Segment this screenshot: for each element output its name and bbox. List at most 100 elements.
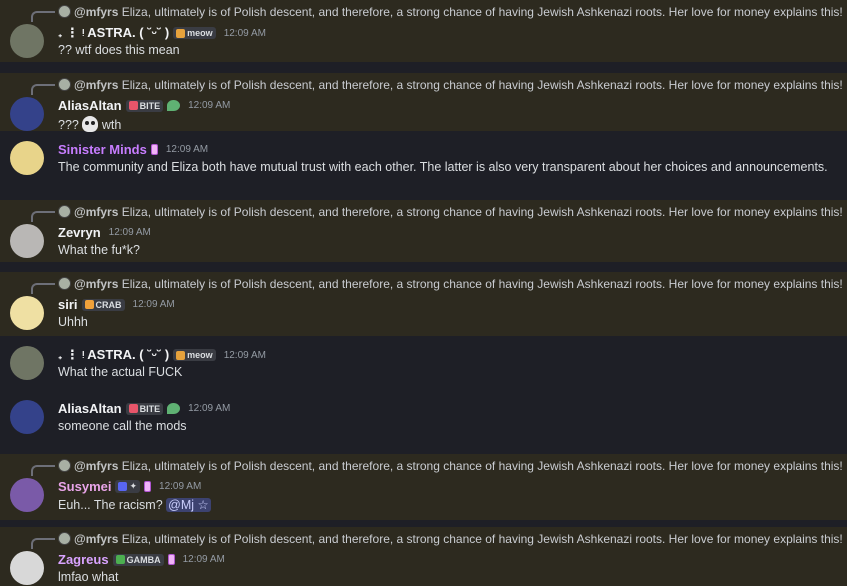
avatar[interactable] (10, 478, 44, 512)
tag-icon (128, 101, 138, 110)
username[interactable]: Zagreus (58, 552, 109, 567)
message-item[interactable]: @mfyrs Eliza, ultimately is of Polish de… (0, 272, 847, 336)
message-text: lmfao what (58, 570, 118, 584)
reply-preview[interactable]: @mfyrs Eliza, ultimately is of Polish de… (58, 277, 843, 291)
tag-label: GAMBA (126, 554, 161, 565)
message-item[interactable]: Sinister Minds 12:09 AM The community and … (0, 131, 847, 193)
nitro-badge-icon (150, 144, 158, 155)
server-tag[interactable]: meow (173, 27, 216, 39)
message-header: Susymei ✦ 12:09 AM (58, 479, 201, 494)
reply-text: Eliza, ultimately is of Polish descent, … (118, 5, 843, 19)
tag-label: meow (187, 350, 213, 360)
username[interactable]: Sinister Minds (58, 142, 147, 157)
username[interactable]: Susymei (58, 479, 111, 494)
reply-preview[interactable]: @mfyrs Eliza, ultimately is of Polish de… (58, 459, 843, 473)
leaf-badge-icon (167, 100, 181, 111)
message-text: ??? wth (58, 116, 121, 132)
message-content-tail: wth (98, 118, 122, 132)
message-header: 𝅄 ⋮ ᵎ ASTRA. ( ˘ᵕ˘ ) meow 12:09 AM (58, 347, 266, 363)
reply-author[interactable]: @mfyrs (74, 532, 118, 546)
username[interactable]: AliasAltan (58, 98, 122, 113)
message-header: AliasAltan BITE 12:09 AM (58, 401, 230, 416)
username[interactable]: siri (58, 297, 78, 312)
reply-author[interactable]: @mfyrs (74, 5, 118, 19)
server-tag[interactable]: meow (173, 349, 216, 361)
reply-preview[interactable]: @mfyrs Eliza, ultimately is of Polish de… (58, 205, 843, 219)
avatar[interactable] (10, 551, 44, 585)
message-text: Uhhh (58, 315, 88, 329)
server-tag[interactable]: BITE (125, 99, 164, 112)
reply-author[interactable]: @mfyrs (74, 78, 118, 92)
timestamp[interactable]: 12:09 AM (224, 350, 266, 361)
message-item[interactable]: 𝅄 ⋮ ᵎ ASTRA. ( ˘ᵕ˘ ) meow 12:09 AM What the… (0, 336, 847, 390)
server-tag[interactable]: GAMBA (112, 553, 164, 566)
reply-text: Eliza, ultimately is of Polish descent, … (118, 277, 843, 291)
tag-icon (176, 350, 186, 360)
message-text: someone call the mods (58, 419, 187, 433)
username[interactable]: AliasAltan (58, 401, 122, 416)
reply-avatar (58, 5, 71, 18)
avatar[interactable] (10, 24, 44, 58)
timestamp[interactable]: 12:09 AM (183, 554, 225, 565)
timestamp[interactable]: 12:09 AM (224, 28, 266, 39)
message-text: The community and Eliza both have mutual… (58, 160, 828, 174)
timestamp[interactable]: 12:09 AM (188, 100, 230, 111)
message-header: siri CRAB 12:09 AM (58, 297, 175, 312)
reply-avatar (58, 205, 71, 218)
reply-author[interactable]: @mfyrs (74, 277, 118, 291)
message-item[interactable]: AliasAltan BITE 12:09 AM someone call the m… (0, 390, 847, 450)
message-item[interactable]: @mfyrs Eliza, ultimately is of Polish de… (0, 200, 847, 262)
timestamp[interactable]: 12:09 AM (133, 299, 175, 310)
message-header: AliasAltan BITE 12:09 AM (58, 98, 230, 113)
reply-avatar (58, 277, 71, 290)
reply-connector (31, 211, 55, 222)
tag-label: ✦ (129, 481, 138, 491)
timestamp[interactable]: 12:09 AM (166, 144, 208, 155)
reply-preview[interactable]: @mfyrs Eliza, ultimately is of Polish de… (58, 78, 843, 92)
reply-avatar (58, 78, 71, 91)
reply-preview[interactable]: @mfyrs Eliza, ultimately is of Polish de… (58, 5, 843, 19)
nitro-badge-icon (144, 481, 152, 492)
reply-connector (31, 11, 55, 22)
message-content: someone call the mods (58, 419, 187, 433)
timestamp[interactable]: 12:09 AM (109, 227, 151, 238)
avatar[interactable] (10, 346, 44, 380)
reply-connector (31, 465, 55, 476)
leaf-badge-icon (167, 403, 181, 414)
message-item[interactable]: @mfyrs Eliza, ultimately is of Polish de… (0, 0, 847, 62)
message-header: 𝅄 ⋮ ᵎ ASTRA. ( ˘ᵕ˘ ) meow 12:09 AM (58, 25, 266, 41)
username[interactable]: Zevryn (58, 225, 101, 240)
message-header: Zevryn 12:09 AM (58, 225, 151, 240)
reply-author[interactable]: @mfyrs (74, 205, 118, 219)
avatar[interactable] (10, 296, 44, 330)
timestamp[interactable]: 12:09 AM (188, 403, 230, 414)
reply-avatar (58, 532, 71, 545)
tag-icon (176, 28, 186, 38)
avatar[interactable] (10, 224, 44, 258)
message-content: lmfao what (58, 570, 119, 584)
timestamp[interactable]: 12:09 AM (159, 481, 201, 492)
avatar[interactable] (10, 141, 44, 175)
avatar[interactable] (10, 400, 44, 434)
reply-connector (31, 283, 55, 294)
username[interactable]: 𝅄 ⋮ ᵎ ASTRA. ( ˘ᵕ˘ ) (58, 25, 169, 41)
skull-emoji-icon (82, 116, 99, 132)
reply-avatar (58, 459, 71, 472)
server-tag[interactable]: BITE (125, 402, 164, 415)
message-item[interactable]: @mfyrs Eliza, ultimately is of Polish de… (0, 527, 847, 586)
tag-icon (115, 555, 125, 564)
reply-text: Eliza, ultimately is of Polish descent, … (118, 205, 843, 219)
message-text: Euh... The racism? @Mj ☆ (58, 497, 211, 512)
tag-label: meow (187, 28, 213, 38)
reply-author[interactable]: @mfyrs (74, 459, 118, 473)
server-tag[interactable]: CRAB (81, 298, 125, 311)
user-mention[interactable]: @Mj ☆ (166, 498, 211, 512)
server-tag[interactable]: ✦ (115, 480, 141, 493)
avatar[interactable] (10, 97, 44, 131)
reply-preview[interactable]: @mfyrs Eliza, ultimately is of Polish de… (58, 532, 843, 546)
username[interactable]: 𝅄 ⋮ ᵎ ASTRA. ( ˘ᵕ˘ ) (58, 347, 169, 363)
tag-label: CRAB (95, 299, 122, 310)
message-item[interactable]: @mfyrs Eliza, ultimately is of Polish de… (0, 73, 847, 132)
message-item[interactable]: @mfyrs Eliza, ultimately is of Polish de… (0, 454, 847, 520)
message-header: Zagreus GAMBA 12:09 AM (58, 552, 225, 567)
